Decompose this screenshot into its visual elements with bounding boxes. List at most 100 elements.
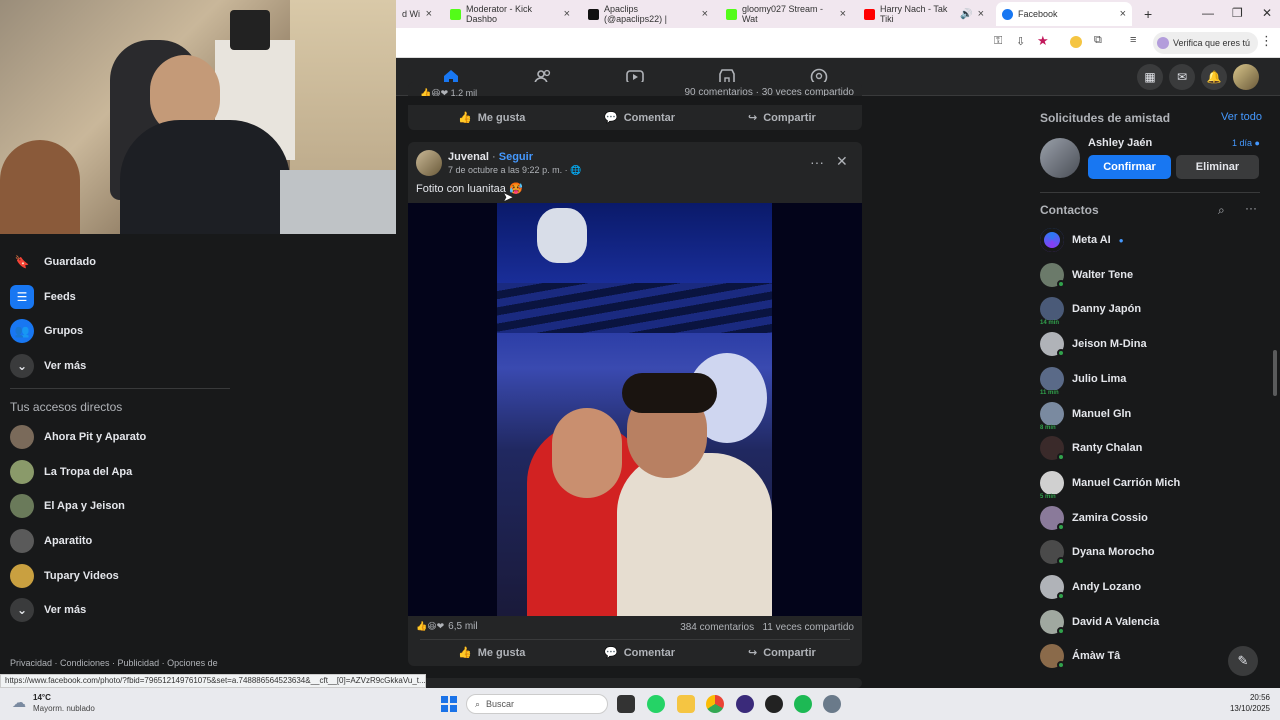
install-icon[interactable]: ⇩ — [1016, 35, 1025, 48]
confirm-button[interactable]: Confirmar — [1088, 155, 1171, 179]
close-post-icon[interactable]: ✕ — [836, 153, 848, 170]
tab-0[interactable]: d Wi × — [396, 2, 438, 26]
delete-button[interactable]: Eliminar — [1176, 155, 1259, 179]
new-tab-button[interactable]: + — [1138, 2, 1158, 26]
cloud-icon: ☁ — [12, 694, 26, 710]
avatar — [1040, 436, 1065, 462]
obs-icon[interactable] — [736, 695, 754, 713]
taskbar-search[interactable]: ⌕ Buscar — [466, 694, 608, 714]
shortcuts-see-more[interactable]: ⌄ Ver más — [10, 598, 86, 622]
man-hair — [622, 373, 717, 413]
minimize-icon[interactable]: — — [1202, 6, 1214, 20]
contact-item[interactable]: 5 min Manuel Carrión Mich — [1038, 470, 1180, 500]
contact-item[interactable]: Ranty Chalan — [1040, 436, 1142, 462]
close-icon[interactable]: × — [702, 8, 708, 20]
see-all-link[interactable]: Ver todo — [1221, 111, 1262, 123]
contact-item[interactable]: Andy Lozano — [1040, 575, 1141, 600]
menu-grid-icon[interactable]: ▦ — [1137, 64, 1163, 90]
kick-icon — [450, 8, 461, 20]
chrome-icon[interactable] — [706, 695, 724, 713]
search-icon[interactable]: ⌕ — [1218, 203, 1225, 218]
sidebar-item-see-more[interactable]: ⌄ Ver más — [10, 354, 86, 378]
extension-icon[interactable] — [1070, 36, 1082, 48]
contact-item[interactable]: David A Valencia — [1040, 609, 1159, 635]
request-avatar[interactable] — [1040, 138, 1080, 178]
contact-item[interactable]: Meta AI ● — [1040, 228, 1124, 252]
messenger-icon[interactable]: ✉ — [1169, 64, 1195, 90]
shortcut-item[interactable]: La Tropa del Apa — [10, 460, 132, 484]
avatar — [1040, 262, 1065, 288]
tab-kick-stream[interactable]: gloomy027 Stream - Wat × — [720, 2, 852, 26]
like-button[interactable]: 👍 Me gusta — [458, 111, 525, 125]
shortcut-item[interactable]: Aparatito — [10, 529, 92, 553]
sidebar-item-groups[interactable]: 👥 Grupos — [10, 319, 83, 343]
notifications-bell-icon[interactable]: 🔔 — [1201, 64, 1227, 90]
shortcut-item[interactable]: Tupary Videos — [10, 564, 119, 588]
sidebar-item-feeds[interactable]: ☰ Feeds — [10, 285, 76, 309]
contact-item[interactable]: Dyana Morocho — [1040, 540, 1155, 566]
close-icon[interactable]: × — [426, 8, 432, 20]
post-stats[interactable]: 384 comentarios 11 veces compartido — [680, 622, 854, 633]
contact-item[interactable]: 11 min Julio Lima — [1038, 366, 1126, 396]
profile-avatar[interactable] — [1233, 64, 1259, 90]
tab-youtube[interactable]: Harry Nach - Tak Tiki 🔊 × — [858, 2, 990, 26]
spotify-icon[interactable] — [794, 695, 812, 713]
close-window-icon[interactable]: ✕ — [1262, 6, 1272, 20]
comment-button[interactable]: 💬 Comentar — [604, 646, 675, 660]
post-author[interactable]: Juvenal · Seguir — [448, 151, 533, 163]
contact-item[interactable]: Ámàw Tâ — [1040, 644, 1120, 670]
more-options-icon[interactable]: ··· — [810, 154, 824, 170]
puzzle-icon[interactable]: ⧉ — [1094, 34, 1102, 47]
windows-start-icon[interactable] — [441, 696, 457, 712]
post-photo[interactable] — [408, 203, 862, 616]
post-reactions[interactable]: 👍😆❤ 6,5 mil — [416, 621, 478, 632]
whatsapp-icon[interactable] — [647, 695, 665, 713]
task-view-icon[interactable] — [617, 695, 635, 713]
close-icon[interactable]: × — [978, 8, 984, 20]
tab-search-icon[interactable]: ≡ — [1130, 34, 1136, 46]
weather-temp[interactable]: 14°C — [33, 693, 51, 702]
sidebar-item-saved[interactable]: 🔖 Guardado — [10, 250, 96, 274]
avatar — [1040, 644, 1065, 670]
weather-desc[interactable]: Mayorm. nublado — [33, 704, 95, 713]
pc-case — [230, 10, 270, 50]
contact-item[interactable]: 8 min Manuel Gln — [1038, 401, 1131, 431]
close-icon[interactable]: × — [564, 8, 570, 20]
contact-item[interactable]: Zamira Cossio — [1040, 505, 1148, 531]
profile-chip[interactable]: Verifica que eres tú — [1153, 32, 1259, 54]
more-options-icon[interactable]: ··· — [1245, 201, 1257, 215]
tab-facebook[interactable]: Facebook × — [996, 2, 1132, 26]
author-avatar[interactable] — [416, 150, 442, 176]
star-icon[interactable]: ★ — [1037, 33, 1049, 49]
tab-kick-dashboard[interactable]: Moderator - Kick Dashbo × — [444, 2, 576, 26]
settings-gear-icon[interactable] — [823, 695, 841, 713]
comment-button[interactable]: 💬 Comentar — [604, 111, 675, 125]
contact-item[interactable]: 14 min Danny Japón — [1038, 297, 1141, 327]
contact-item[interactable]: Walter Tene — [1040, 262, 1133, 288]
share-button[interactable]: ↪ Compartir — [748, 646, 816, 660]
shortcut-item[interactable]: El Apa y Jeison — [10, 494, 125, 518]
close-icon[interactable]: × — [1120, 8, 1126, 20]
share-button[interactable]: ↪ Compartir — [748, 111, 816, 125]
address-bar[interactable] — [396, 32, 980, 54]
shortcut-item[interactable]: Ahora Pit y Aparato — [10, 425, 146, 449]
clock-date[interactable]: 13/10/2025 — [1216, 704, 1270, 713]
file-explorer-icon[interactable] — [677, 695, 695, 713]
app-icon[interactable] — [765, 695, 783, 713]
tab-tiktok[interactable]: Apaclips (@apaclips22) | × — [582, 2, 714, 26]
password-key-icon[interactable]: ⚿ — [994, 35, 1002, 48]
bookmark-icon: 🔖 — [14, 255, 30, 269]
post-timestamp[interactable]: 7 de octubre a las 9:22 p. m. · 🌐 — [448, 165, 581, 176]
footer-links[interactable]: Privacidad · Condiciones · Publicidad · … — [10, 658, 218, 668]
more-menu-icon[interactable]: ⋮ — [1260, 33, 1273, 49]
clock-time[interactable]: 20:56 — [1226, 693, 1270, 702]
request-name[interactable]: Ashley Jaén — [1088, 137, 1152, 149]
close-icon[interactable]: × — [840, 8, 846, 20]
new-message-button[interactable]: ✎ — [1228, 646, 1258, 676]
restore-icon[interactable]: ❐ — [1232, 6, 1243, 20]
scrollbar-thumb[interactable] — [1273, 350, 1277, 396]
like-button[interactable]: 👍 Me gusta — [458, 646, 525, 660]
contact-item[interactable]: Jeison M-Dina — [1040, 332, 1147, 358]
speaker-icon[interactable]: 🔊 — [960, 9, 972, 20]
follow-link[interactable]: Seguir — [499, 151, 533, 163]
